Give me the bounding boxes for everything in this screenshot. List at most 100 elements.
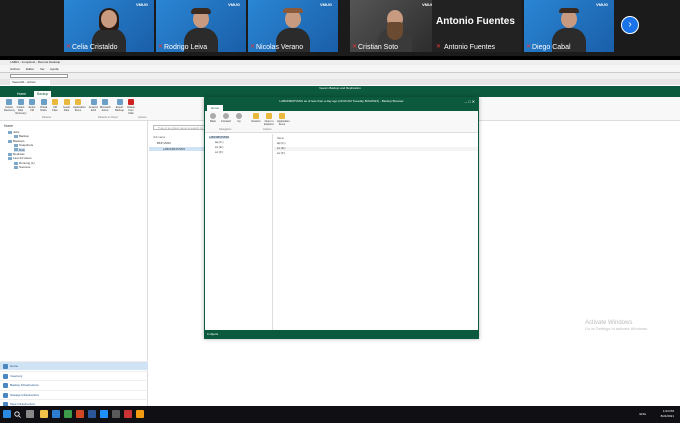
- ribbon-icon: [90, 99, 97, 105]
- vm-tab-bar: Veeam01 - Admin: [0, 79, 680, 85]
- ribbon-button[interactable]: Amazon EC2: [89, 99, 99, 112]
- powerpoint-icon[interactable]: [76, 410, 84, 418]
- language-indicator[interactable]: ENG: [639, 412, 646, 416]
- tree-item[interactable]: Replicas: [8, 152, 25, 156]
- next-page-button[interactable]: ›: [621, 16, 639, 34]
- participant-name: Celia Cristaldo: [72, 44, 118, 51]
- ribbon-button[interactable]: Application Items: [73, 99, 86, 112]
- ribbon-label: Up: [237, 120, 241, 123]
- backup-browser-window[interactable]: LAB01\BKPVM01 as of less than a day ago …: [204, 97, 479, 339]
- ribbon-icon: [223, 113, 229, 119]
- browser-list-item[interactable]: svr (E:): [277, 147, 285, 150]
- ribbon-label: Delete from Disk: [127, 106, 135, 115]
- nav-item[interactable]: Inventory: [0, 370, 148, 380]
- participant-tile[interactable]: VMUG ✕ Diego Cabal: [524, 0, 614, 52]
- participant-tile[interactable]: VMUG ✕ Cristian Soto: [350, 0, 440, 52]
- remote-desktop-icon[interactable]: [112, 410, 120, 418]
- nav-item[interactable]: Storage Infrastructure: [0, 389, 148, 399]
- app-icon[interactable]: [124, 410, 132, 418]
- minimize-icon[interactable]: –: [465, 99, 467, 104]
- start-icon[interactable]: [3, 410, 11, 418]
- ribbon-label: Microsoft Azure: [100, 106, 111, 112]
- browser-ribbon-button[interactable]: Up: [234, 113, 244, 123]
- ribbon-button[interactable]: VM Files: [50, 99, 60, 112]
- tree-item[interactable]: Backups: [8, 139, 25, 143]
- ribbon-button[interactable]: Export Backup: [115, 99, 125, 112]
- browser-ribbon-button[interactable]: Open in Explorer: [264, 113, 274, 126]
- browser-list-item[interactable]: svr (F:): [277, 152, 285, 155]
- remote-menu-item[interactable]: Archivo: [10, 66, 20, 72]
- tree-item[interactable]: Snapshots: [14, 143, 33, 147]
- maximize-icon[interactable]: □: [468, 99, 470, 104]
- remote-menu-item[interactable]: Ver: [40, 66, 45, 72]
- ribbon-button[interactable]: Delete from Disk: [126, 99, 136, 115]
- tree-item[interactable]: Backup: [14, 134, 29, 138]
- ribbon-icon: [279, 113, 285, 119]
- file-explorer-icon[interactable]: [40, 410, 48, 418]
- address-input[interactable]: [10, 74, 68, 78]
- ribbon-icon: [75, 99, 81, 105]
- chrome-icon[interactable]: [136, 410, 144, 418]
- browser-ribbon-button[interactable]: Forward: [221, 113, 231, 123]
- tree-item[interactable]: Running (1): [14, 161, 35, 165]
- ribbon-button[interactable]: Guest Files: [62, 99, 72, 112]
- nav-item[interactable]: Backup Infrastructure: [0, 380, 148, 389]
- ribbon-icon: [29, 99, 35, 105]
- tree-item[interactable]: Success: [14, 165, 30, 169]
- mic-muted-icon: ✕: [352, 44, 358, 50]
- browser-tree-item[interactable]: svr (E:): [215, 146, 223, 149]
- table-cell[interactable]: BKP-VM01: [157, 141, 171, 145]
- ribbon-icon: [52, 99, 58, 105]
- search-icon[interactable]: [14, 411, 21, 418]
- tree-item[interactable]: Last 24 Hours: [8, 156, 32, 160]
- nav-item-label: Inventory: [10, 373, 23, 378]
- participant-tile[interactable]: Antonio Fuentes ✕ Antonio Fuentes: [432, 0, 522, 52]
- participant-display-name: Antonio Fuentes: [436, 16, 515, 27]
- close-icon[interactable]: ✕: [472, 99, 475, 104]
- mail-icon[interactable]: [52, 410, 60, 418]
- browser-tree-item[interactable]: svr (F:): [215, 151, 223, 154]
- ribbon-label: Back: [210, 120, 216, 123]
- browser-list-item[interactable]: lap (C:): [277, 142, 286, 145]
- column-header-name[interactable]: Name: [277, 137, 284, 140]
- vm-tab[interactable]: Veeam01 - Admin: [10, 80, 50, 85]
- chevron-right-icon: ›: [628, 19, 632, 30]
- remote-menu-item[interactable]: Ayuda: [50, 66, 58, 72]
- window-controls[interactable]: – □ ✕: [465, 98, 475, 105]
- tree-item-label: Success: [19, 165, 31, 170]
- excel-icon[interactable]: [64, 410, 72, 418]
- ribbon-group-label: Restore: [42, 116, 52, 119]
- participant-tile[interactable]: VMUG ✕ Rodrigo Leiva: [156, 0, 246, 52]
- browser-tree-item[interactable]: LAB01\BKPVM01: [209, 136, 230, 139]
- ribbon-button[interactable]: Instant Recovery: [4, 99, 15, 112]
- participant-tile[interactable]: VMUG ✕ Nicolas Verano: [248, 0, 338, 52]
- tree-item[interactable]: Disk: [14, 147, 25, 152]
- nav-item[interactable]: Home: [0, 361, 148, 370]
- activation-watermark: Activate Windows Go to Settings to activ…: [585, 320, 648, 331]
- ribbon-button[interactable]: Instant Disk Recovery: [16, 99, 26, 115]
- ribbon-button[interactable]: Virtual Disks: [39, 99, 49, 112]
- system-clock[interactable]: 1:04 PM 8/24/2021: [661, 409, 674, 419]
- browser-tree-item[interactable]: lap (C:): [215, 141, 224, 144]
- nav-icon: [3, 364, 8, 369]
- ribbon-button[interactable]: Entire VM: [27, 99, 37, 112]
- browser-ribbon-button[interactable]: Back: [208, 113, 218, 123]
- table-cell[interactable]: LAB01\BKPVM01: [163, 147, 185, 151]
- zoom-icon[interactable]: [100, 410, 108, 418]
- nav-icon: [3, 373, 8, 379]
- ribbon-group-label: Navigation: [219, 128, 232, 131]
- browser-ribbon-button[interactable]: Application Items: [277, 113, 290, 126]
- folder-icon: [14, 161, 18, 165]
- browser-ribbon-button[interactable]: Restore: [251, 113, 261, 123]
- remote-menu-item[interactable]: Editar: [26, 66, 34, 72]
- participant-name: Cristian Soto: [358, 44, 399, 51]
- tree-item[interactable]: Jobs: [8, 130, 19, 134]
- ribbon-icon: [266, 113, 272, 119]
- vmug-logo: VMUG: [228, 2, 240, 7]
- task-view-icon[interactable]: [26, 410, 34, 418]
- word-icon[interactable]: [88, 410, 96, 418]
- participant-tile[interactable]: VMUG ✕ Celia Cristaldo: [64, 0, 154, 52]
- mic-muted-icon: ✕: [526, 44, 532, 50]
- column-header[interactable]: Job name: [153, 135, 165, 139]
- ribbon-button[interactable]: Microsoft Azure: [100, 99, 111, 112]
